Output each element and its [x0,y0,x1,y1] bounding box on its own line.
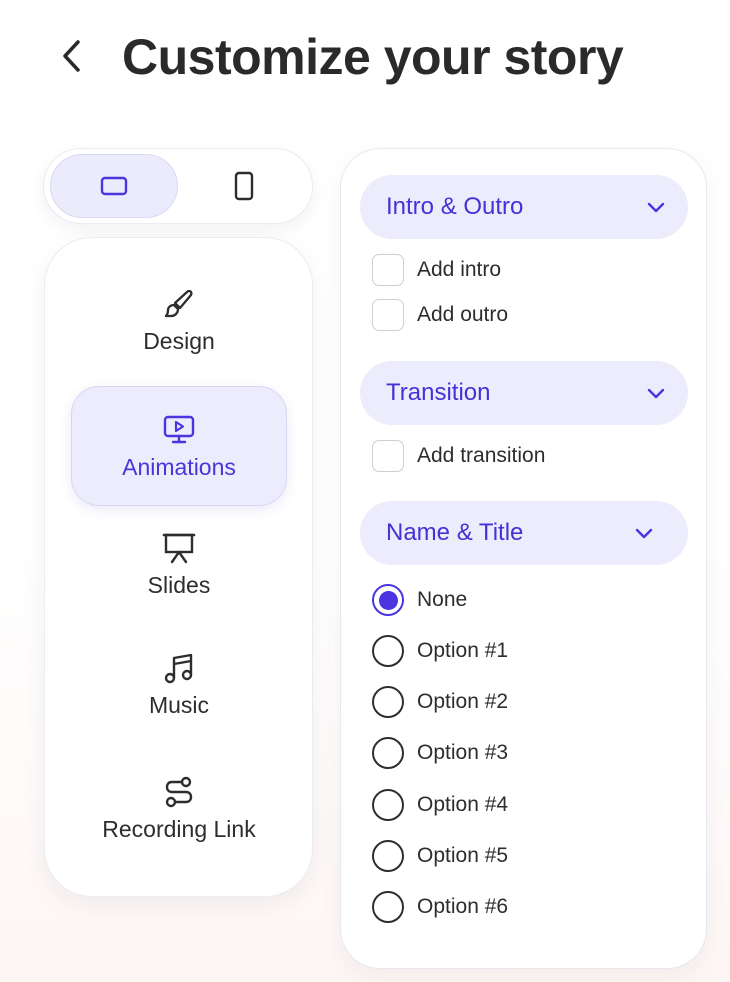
name-title-option-2[interactable]: Option #2 [372,686,508,718]
radio-selected-dot [378,590,398,610]
nav-item-music[interactable]: Music [71,650,287,734]
monitor-play-icon [163,415,195,443]
name-title-option-3[interactable]: Option #3 [372,737,508,769]
portrait-phone-icon [234,171,254,201]
radio-button[interactable] [372,789,404,821]
nav-item-label: Recording Link [102,816,256,842]
radio-button[interactable] [372,891,404,923]
checkbox-label: Add transition [417,444,546,467]
radio-button[interactable] [372,686,404,718]
checkbox-label: Add intro [417,258,502,281]
customize-nav: Design Animations Slides Music Recording… [44,237,313,897]
name-title-option-4[interactable]: Option #4 [372,789,508,821]
radio-label: None [417,588,468,611]
add-outro-checkbox[interactable] [372,299,404,331]
nav-item-recording-link[interactable]: Recording Link [71,774,287,858]
section-title: Transition [386,379,491,406]
add-intro-checkbox-row[interactable]: Add intro [372,254,501,286]
landscape-mode-button[interactable] [50,154,178,218]
header: Customize your story [0,0,730,120]
name-title-option-5[interactable]: Option #5 [372,840,508,872]
radio-button[interactable] [372,584,404,616]
radio-button[interactable] [372,737,404,769]
name-title-option-none[interactable]: None [372,584,467,616]
add-intro-checkbox[interactable] [372,254,404,286]
radio-button[interactable] [372,635,404,667]
nav-item-label: Design [143,328,215,354]
nav-item-design[interactable]: Design [71,286,287,370]
landscape-screen-icon [100,176,128,196]
nav-item-label: Slides [147,572,211,598]
add-outro-checkbox-row[interactable]: Add outro [372,299,508,331]
section-title: Intro & Outro [386,193,524,220]
nav-item-label: Music [148,692,210,718]
animation-options-panel: Intro & Outro Add intro Add outro Transi… [340,148,707,969]
section-title: Name & Title [386,519,524,546]
presentation-icon [162,533,196,564]
music-note-icon [164,653,193,684]
transition-section-header[interactable]: Transition [360,361,688,425]
radio-label: Option #3 [417,741,509,764]
radio-label: Option #2 [417,690,509,713]
portrait-mode-button[interactable] [180,154,308,218]
add-transition-checkbox-row[interactable]: Add transition [372,440,545,472]
name-title-option-1[interactable]: Option #1 [372,635,508,667]
chevron-down-icon [635,528,653,539]
checkbox-label: Add outro [417,303,509,326]
intro-outro-section-header[interactable]: Intro & Outro [360,175,688,239]
radio-label: Option #4 [417,793,509,816]
nav-item-label: Animations [122,453,236,480]
name-title-section-header[interactable]: Name & Title [360,501,688,565]
radio-label: Option #5 [417,844,509,867]
name-title-option-6[interactable]: Option #6 [372,891,508,923]
device-toggle [43,148,313,224]
chevron-left-icon [63,40,80,72]
paintbrush-icon [164,289,193,318]
radio-label: Option #1 [417,639,509,662]
nav-item-animations[interactable]: Animations [71,386,287,506]
route-link-icon [165,776,193,808]
back-button[interactable] [52,36,92,76]
add-transition-checkbox[interactable] [372,440,404,472]
nav-item-slides[interactable]: Slides [71,530,287,614]
radio-button[interactable] [372,840,404,872]
chevron-down-icon [647,388,665,399]
chevron-down-icon [647,202,665,213]
radio-label: Option #6 [417,895,509,918]
page-title: Customize your story [122,29,624,85]
